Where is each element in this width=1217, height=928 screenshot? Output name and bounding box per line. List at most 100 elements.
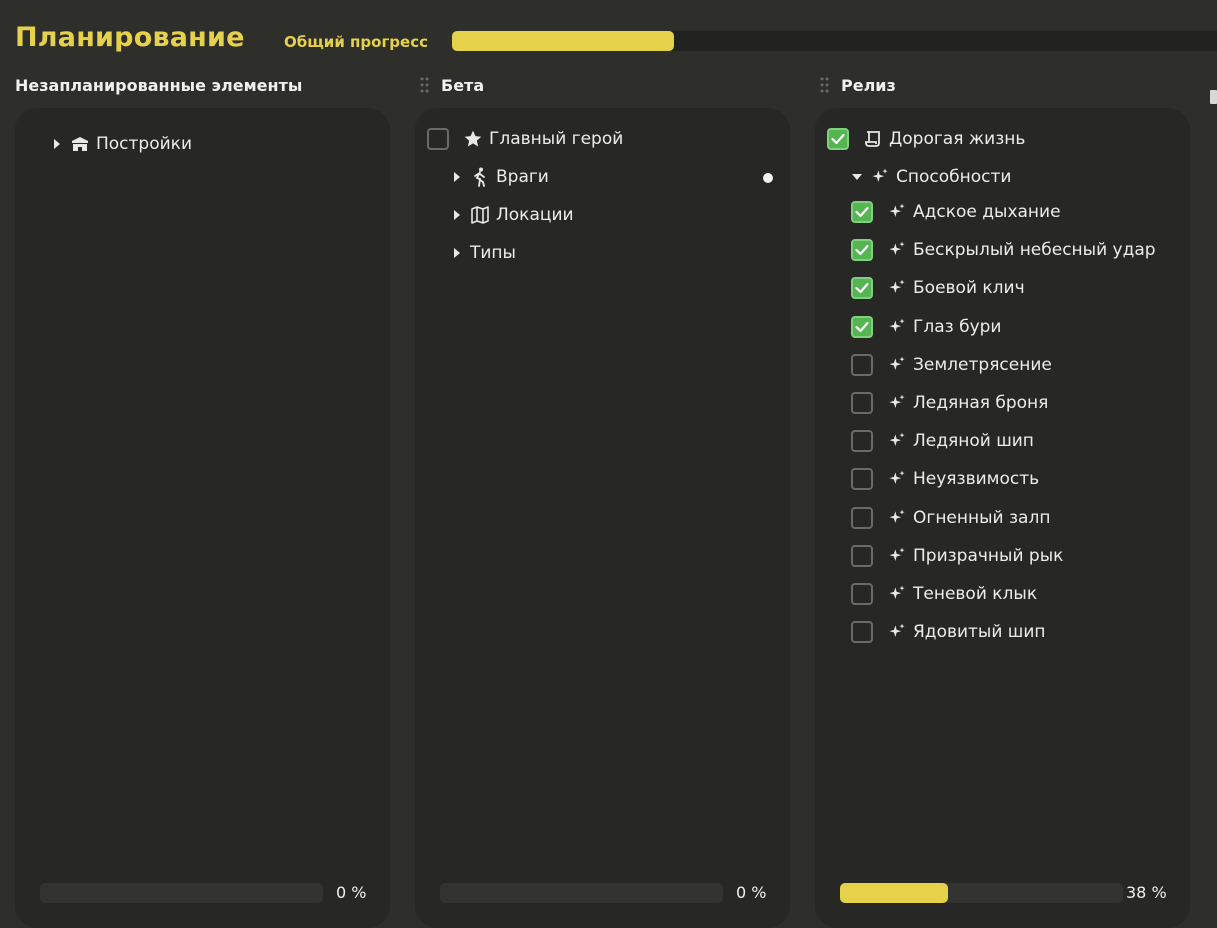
collapse-panel-icon[interactable] xyxy=(1210,90,1217,104)
ability-label: Неуязвимость xyxy=(913,469,1040,490)
sparkles-icon xyxy=(887,355,907,375)
checkbox[interactable] xyxy=(851,392,873,414)
tree-item-expensive-life[interactable]: Дорогая жизнь xyxy=(827,125,1025,153)
ability-label: Глаз бури xyxy=(913,316,1002,337)
column-panel-unplanned: Постройки xyxy=(15,108,390,928)
chevron-down-icon[interactable] xyxy=(850,170,864,184)
ability-label: Ледяная броня xyxy=(913,393,1049,413)
tree-item-label: Постройки xyxy=(96,134,192,154)
sparkles-icon xyxy=(870,167,890,187)
checkbox[interactable] xyxy=(851,583,873,605)
ability-item[interactable]: Ледяная броня xyxy=(851,389,1048,417)
ability-label: Бескрылый небесный удар xyxy=(913,240,1156,261)
tree-item-buildings[interactable]: Постройки xyxy=(50,130,192,158)
overall-progress-bar xyxy=(452,31,1217,51)
ability-item[interactable]: Неуязвимость xyxy=(851,465,1039,493)
ability-item[interactable]: Ледяной шип xyxy=(851,427,1034,455)
sparkles-icon xyxy=(887,240,907,260)
checkmark-icon xyxy=(855,206,869,218)
tree-item-main-hero[interactable]: Главный герой xyxy=(427,125,623,153)
checkmark-icon xyxy=(855,321,869,333)
ability-label: Теневой клык xyxy=(913,584,1038,604)
checkbox[interactable] xyxy=(851,430,873,453)
sparkles-icon xyxy=(887,393,907,413)
checkmark-icon xyxy=(831,133,845,145)
ability-item[interactable]: Адское дыхание xyxy=(851,198,1061,226)
tree-item-label: Дорогая жизнь xyxy=(889,129,1026,149)
ability-item[interactable]: Землетрясение xyxy=(851,351,1052,379)
column-progress-bar-beta xyxy=(440,883,723,903)
page-title: Планирование xyxy=(15,22,245,53)
column-panel-release: Дорогая жизнь Способности Адское дыхание… xyxy=(815,108,1190,928)
column-progress-text-beta: 0 % xyxy=(736,883,767,902)
checkbox[interactable] xyxy=(851,506,873,529)
checkbox[interactable] xyxy=(851,201,873,223)
scroll-icon xyxy=(863,129,883,149)
column-panel-beta: Главный герой Враги Локации Типы xyxy=(415,108,790,928)
ability-label: Огненный залп xyxy=(913,507,1051,528)
sparkles-icon xyxy=(887,622,907,642)
tree-item-locations[interactable]: Локации xyxy=(450,201,574,229)
ability-label: Призрачный рык xyxy=(913,545,1064,566)
map-icon xyxy=(470,205,490,225)
sparkles-icon xyxy=(887,317,907,337)
sparkles-icon xyxy=(887,431,907,451)
checkbox[interactable] xyxy=(851,277,873,300)
ability-item[interactable]: Огненный залп xyxy=(851,504,1050,532)
chevron-right-icon[interactable] xyxy=(450,246,464,260)
checkbox[interactable] xyxy=(827,128,849,150)
ability-label: Ледяной шип xyxy=(913,431,1034,452)
column-progress-bar-release xyxy=(840,883,1123,903)
checkbox[interactable] xyxy=(851,315,873,338)
checkbox[interactable] xyxy=(851,544,873,567)
drag-handle-icon[interactable] xyxy=(420,77,430,93)
checkbox[interactable] xyxy=(851,621,873,644)
star-icon xyxy=(463,129,483,149)
column-header-unplanned: Незапланированные элементы xyxy=(15,76,303,95)
ability-label: Боевой клич xyxy=(913,278,1025,299)
checkbox[interactable] xyxy=(851,353,873,376)
status-dot xyxy=(763,173,773,183)
tree-item-abilities[interactable]: Способности xyxy=(850,163,1011,191)
ability-label: Землетрясение xyxy=(913,354,1052,375)
column-header-release: Релиз xyxy=(841,76,896,95)
ability-item[interactable]: Глаз бури xyxy=(851,313,1001,341)
drag-handle-icon[interactable] xyxy=(820,77,830,93)
ability-item[interactable]: Призрачный рык xyxy=(851,542,1063,570)
checkmark-icon xyxy=(855,244,869,256)
sparkles-icon xyxy=(887,278,907,298)
tree-item-types[interactable]: Типы xyxy=(450,239,516,267)
checkbox[interactable] xyxy=(851,239,873,262)
chevron-right-icon[interactable] xyxy=(450,208,464,222)
ability-item[interactable]: Теневой клык xyxy=(851,580,1037,608)
sparkles-icon xyxy=(887,546,907,566)
checkbox[interactable] xyxy=(427,128,449,150)
building-icon xyxy=(70,134,90,154)
tree-item-label: Типы xyxy=(470,243,516,263)
sparkles-icon xyxy=(887,508,907,528)
chevron-right-icon[interactable] xyxy=(450,170,464,184)
checkmark-icon xyxy=(855,282,869,294)
ability-item[interactable]: Бескрылый небесный удар xyxy=(851,236,1156,264)
tree-item-label: Враги xyxy=(496,167,549,187)
column-progress-fill xyxy=(840,883,948,903)
column-progress-text-unplanned: 0 % xyxy=(336,883,367,902)
sparkles-icon xyxy=(887,469,907,489)
top-bar: Планирование Общий прогресс xyxy=(0,0,1217,70)
chevron-right-icon[interactable] xyxy=(50,137,64,151)
sparkles-icon xyxy=(887,584,907,604)
column-header-beta: Бета xyxy=(441,76,485,95)
overall-progress-fill xyxy=(452,31,674,51)
overall-progress-label: Общий прогресс xyxy=(284,33,428,51)
tree-item-enemies[interactable]: Враги xyxy=(450,163,549,191)
ability-label: Адское дыхание xyxy=(913,202,1061,222)
column-progress-bar-unplanned xyxy=(40,883,323,903)
tree-item-label: Главный герой xyxy=(489,129,624,149)
checkbox[interactable] xyxy=(851,468,873,491)
ability-item[interactable]: Ядовитый шип xyxy=(851,618,1046,646)
tree-item-label: Способности xyxy=(896,167,1012,187)
sparkles-icon xyxy=(887,202,907,222)
tree-item-label: Локации xyxy=(496,205,574,225)
ability-item[interactable]: Боевой клич xyxy=(851,274,1025,302)
ability-label: Ядовитый шип xyxy=(913,622,1046,643)
